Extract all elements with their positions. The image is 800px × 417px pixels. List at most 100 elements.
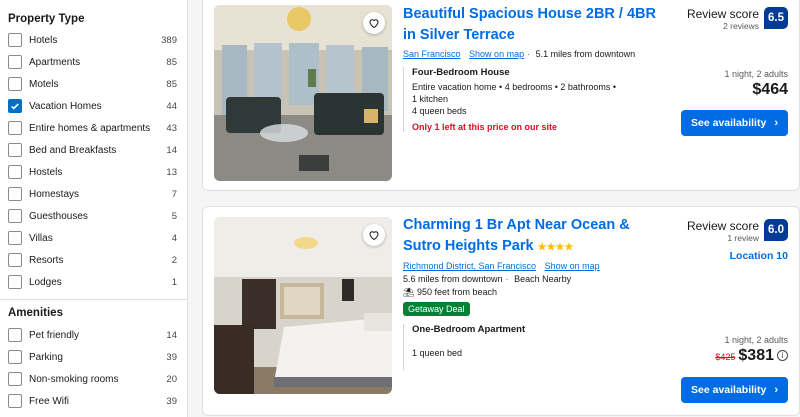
info-icon[interactable]: i (777, 350, 788, 361)
filter-label: Resorts (29, 254, 64, 266)
listing-title[interactable]: Charming 1 Br Apt Near Ocean & Sutro Hei… (403, 215, 663, 258)
amenity-filter-row[interactable]: Non-smoking rooms 20 (0, 368, 187, 390)
property-photo[interactable] (214, 217, 392, 394)
filter-label: Lodges (29, 276, 62, 288)
room-detail: 1 kitchen (412, 94, 449, 104)
filter-label: Homestays (29, 188, 80, 200)
location-link[interactable]: San Francisco (403, 49, 461, 59)
listing-card[interactable]: Beautiful Spacious House 2BR / 4BR in Si… (202, 0, 800, 191)
listing-info: Beautiful Spacious House 2BR / 4BR in Si… (403, 4, 663, 132)
filter-label: Entire homes & apartments (29, 122, 151, 134)
location-link[interactable]: Richmond District, San Francisco (403, 261, 536, 271)
filter-count: 4 (171, 232, 177, 244)
checkbox[interactable] (8, 99, 22, 113)
property-type-filter-row[interactable]: Apartments 85 (0, 51, 187, 73)
filter-count: 14 (166, 329, 177, 341)
filter-label: Hostels (29, 166, 63, 178)
section-divider (0, 299, 187, 300)
amenity-filter-row[interactable]: Free Wifi 39 (0, 390, 187, 412)
filter-label: Free Wifi (29, 395, 69, 407)
property-type-filter-row[interactable]: Resorts 2 (0, 249, 187, 271)
checkbox[interactable] (8, 33, 22, 47)
amenity-filter-row[interactable]: Parking 39 (0, 346, 187, 368)
property-type-filter-row[interactable]: Entire homes & apartments 43 (0, 117, 187, 139)
location-line: San Francisco Show on map · 5.1 miles fro… (403, 49, 636, 59)
getaway-deal-badge: Getaway Deal (403, 302, 470, 316)
listing-card[interactable]: Charming 1 Br Apt Near Ocean & Sutro Hei… (202, 206, 800, 416)
favorite-heart-button[interactable] (363, 224, 385, 246)
filter-label: Non-smoking rooms (29, 373, 119, 385)
room-name: Four-Bedroom House (412, 67, 510, 78)
checkbox[interactable] (8, 275, 22, 289)
filter-label: Hotels (29, 34, 58, 46)
checkbox[interactable] (8, 253, 22, 267)
filter-count: 20 (166, 373, 177, 385)
listing-title[interactable]: Beautiful Spacious House 2BR / 4BR in Si… (403, 4, 663, 46)
filter-label: Bed and Breakfasts (29, 144, 117, 156)
property-type-heading: Property Type (8, 13, 85, 25)
filter-count: 389 (161, 34, 177, 46)
checkbox[interactable] (8, 77, 22, 91)
filter-label: Pet friendly (29, 329, 80, 341)
beach-distance: 950 feet from beach (416, 287, 498, 297)
property-type-list: Hotels 389 Apartments 85 Motels 85 Vacation Ho… (0, 29, 187, 293)
checkbox[interactable] (8, 350, 22, 364)
filter-label: Parking (29, 351, 63, 363)
listing-title-text: Charming 1 Br Apt Near Ocean & Sutro Hei… (403, 217, 630, 254)
property-type-filter-row[interactable]: Hotels 389 (0, 29, 187, 51)
favorite-heart-button[interactable] (363, 12, 385, 34)
stay-details: 1 night, 2 adults (724, 335, 788, 345)
filter-label: Motels (29, 78, 59, 90)
price: $464 (752, 81, 788, 98)
location-score: Location 10 (729, 250, 788, 262)
see-availability-button[interactable]: See availability › (681, 377, 788, 403)
see-availability-button[interactable]: See availability › (681, 110, 788, 136)
see-availability-label: See availability (691, 384, 767, 396)
checkbox[interactable] (8, 209, 22, 223)
property-photo[interactable] (214, 5, 392, 181)
checkbox[interactable] (8, 394, 22, 408)
amenity-filter-row[interactable]: Pet friendly 14 (0, 324, 187, 346)
checkbox[interactable] (8, 165, 22, 179)
living-room-image (214, 5, 392, 181)
property-type-filter-row[interactable]: Guesthouses 5 (0, 205, 187, 227)
checkbox[interactable] (8, 187, 22, 201)
checkmark-icon (11, 103, 19, 110)
filter-label: Guesthouses (29, 210, 88, 222)
distance-text: 5.1 miles from downtown (535, 49, 636, 59)
filter-count: 13 (166, 166, 177, 178)
checkbox[interactable] (8, 143, 22, 157)
checkbox[interactable] (8, 55, 22, 69)
property-type-filter-row[interactable]: Lodges 1 (0, 271, 187, 293)
see-availability-label: See availability (691, 117, 767, 129)
checkbox[interactable] (8, 328, 22, 342)
room-detail: 4 queen beds (412, 106, 467, 116)
beach-nearby-text: Beach Nearby (514, 274, 572, 284)
filter-count: 43 (166, 122, 177, 134)
urgency-message: Only 1 left at this price on our site (412, 122, 558, 132)
property-type-filter-row[interactable]: Vacation Homes 44 (0, 95, 187, 117)
filter-count: 7 (171, 188, 177, 200)
heart-icon (369, 231, 379, 241)
review-score-block[interactable]: Review score 2 reviews 6.5 (668, 7, 788, 31)
review-score-block[interactable]: Review score 1 review 6.0 Location 10 (668, 219, 788, 262)
checkbox[interactable] (8, 231, 22, 245)
filter-count: 85 (166, 56, 177, 68)
show-on-map-link[interactable]: Show on map (545, 261, 600, 271)
checkbox[interactable] (8, 121, 22, 135)
property-type-filter-row[interactable]: Motels 85 (0, 73, 187, 95)
property-type-filter-row[interactable]: Hostels 13 (0, 161, 187, 183)
filter-count: 39 (166, 395, 177, 407)
checkbox[interactable] (8, 372, 22, 386)
review-score-badge: 6.0 (764, 219, 788, 241)
show-on-map-link[interactable]: Show on map (469, 49, 524, 59)
property-type-filter-row[interactable]: Villas 4 (0, 227, 187, 249)
filter-label: Apartments (29, 56, 81, 68)
price: $381 (738, 347, 774, 364)
beach-icon: ⛱ (403, 287, 415, 297)
listing-info: Charming 1 Br Apt Near Ocean & Sutro Hei… (403, 215, 663, 370)
star-rating-icon: ★★★★ (537, 242, 574, 253)
property-type-filter-row[interactable]: Homestays 7 (0, 183, 187, 205)
property-type-filter-row[interactable]: Bed and Breakfasts 14 (0, 139, 187, 161)
review-score-label: Review score (686, 7, 759, 21)
